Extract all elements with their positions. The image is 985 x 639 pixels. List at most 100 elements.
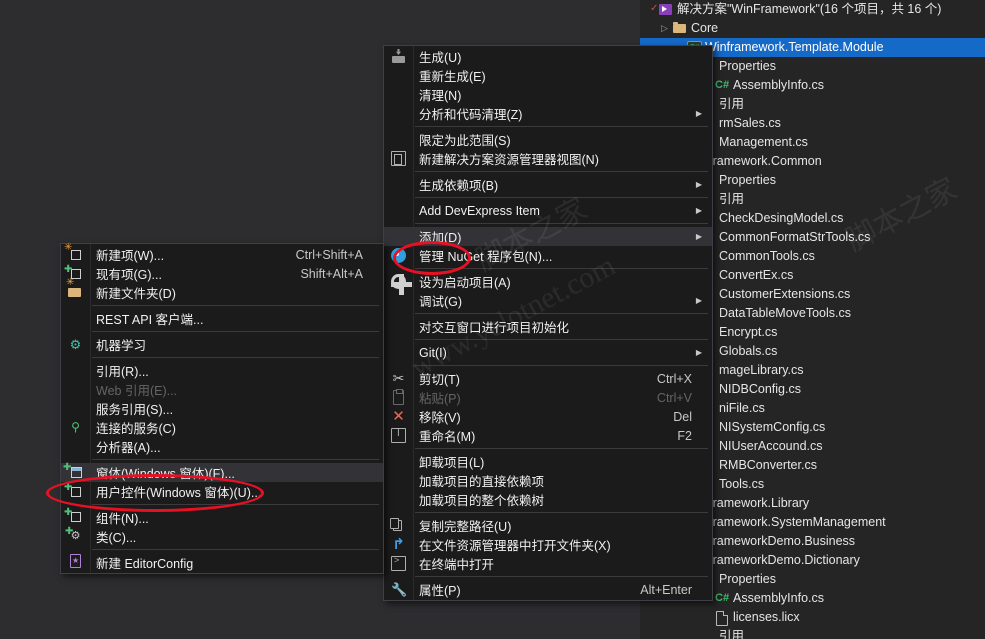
terminal-icon	[384, 554, 413, 573]
menu-item[interactable]: 分析器(A)...	[61, 437, 383, 456]
tree-item-label: Management.cs	[719, 135, 808, 149]
csharp-file-icon: C#	[713, 76, 730, 95]
menu-separator	[92, 331, 379, 332]
tree-item-label: RMBConverter.cs	[719, 458, 817, 472]
menu-item[interactable]: 重命名(M) F2	[384, 426, 712, 445]
class-icon: ⚙	[65, 524, 83, 544]
menu-item-label: 清理(N)	[419, 89, 462, 103]
tree-row[interactable]: licenses.licx	[640, 608, 985, 627]
tree-item-label: FrameworkDemo.Dictionary	[705, 553, 860, 567]
menu-item-no-icon	[384, 343, 413, 362]
menu-item[interactable]: 限定为此范围(S)	[384, 130, 712, 149]
editorconfig-icon	[61, 553, 90, 572]
tree-row[interactable]: 引用	[640, 627, 985, 639]
menu-item[interactable]: 🔧 属性(P) Alt+Enter	[384, 580, 712, 599]
menu-item[interactable]: 新建 EditorConfig	[61, 553, 383, 572]
menu-item[interactable]: 对交互窗口进行项目初始化	[384, 317, 712, 336]
menu-item-label: 分析器(A)...	[96, 441, 161, 455]
menu-item[interactable]: 用户控件(Windows 窗体)(U)...	[61, 482, 383, 501]
menu-item-shortcut: Shift+Alt+A	[300, 266, 363, 281]
menu-item-no-icon	[384, 317, 413, 336]
tree-row[interactable]: ✓ 解决方案"WinFramework"(16 个项目，共 16 个)	[640, 0, 985, 19]
chevron-right-icon: ▶	[695, 348, 703, 357]
menu-item[interactable]: ⚙ 机器学习	[61, 335, 383, 354]
editorconfig-icon	[70, 554, 81, 568]
menu-item-no-icon	[384, 130, 413, 149]
menu-item[interactable]: 组件(N)...	[61, 507, 383, 527]
menu-item[interactable]: 管理 NuGet 程序包(N)...	[384, 246, 712, 265]
build-icon	[384, 47, 413, 66]
tree-row[interactable]: ▷ Core	[640, 19, 985, 38]
menu-item[interactable]: ⚙ 类(C)...	[61, 524, 383, 546]
folder-icon	[673, 22, 686, 33]
project-context-menu[interactable]: 生成(U) 重新生成(E) 清理(N) 分析和代码清理(Z) ▶ 限定为此范围(S) 新建解…	[383, 45, 713, 601]
menu-separator	[92, 504, 379, 505]
new-item-icon	[64, 242, 81, 260]
menu-item[interactable]: ⚲ 连接的服务(C)	[61, 418, 383, 437]
menu-item-label: 限定为此范围(S)	[419, 134, 511, 148]
terminal-icon	[391, 555, 406, 571]
menu-item-label: 重新生成(E)	[419, 70, 486, 84]
menu-item[interactable]: 新建解决方案资源管理器视图(N)	[384, 149, 712, 168]
menu-item[interactable]: 窗体(Windows 窗体)(F)...	[61, 462, 383, 482]
menu-separator	[92, 305, 379, 306]
tree-item-label: Globals.cs	[719, 344, 778, 358]
gear-icon	[391, 274, 412, 295]
menu-item[interactable]: 生成依赖项(B) ▶	[384, 175, 712, 194]
build-icon	[391, 49, 406, 64]
menu-item-label: 剪切(T)	[419, 373, 460, 387]
menu-item[interactable]: ✕ 移除(V) Del	[384, 407, 712, 426]
menu-item-no-icon	[384, 104, 413, 123]
menu-item[interactable]: Git(I) ▶	[384, 343, 712, 362]
menu-item[interactable]: REST API 客户端...	[61, 309, 383, 328]
properties-icon: 🔧	[384, 580, 413, 599]
windows-form-icon	[63, 462, 82, 478]
menu-item[interactable]: 新建项(W)... Ctrl+Shift+A	[61, 242, 383, 264]
menu-item[interactable]: 设为启动项目(A)	[384, 272, 712, 295]
menu-item[interactable]: 分析和代码清理(Z) ▶	[384, 104, 712, 123]
tree-item-label: CommonTools.cs	[719, 249, 815, 263]
menu-item[interactable]: 加载项目的整个依赖树	[384, 490, 712, 509]
menu-item-no-icon	[61, 361, 90, 380]
menu-item[interactable]: ↱ 在文件资源管理器中打开文件夹(X)	[384, 535, 712, 554]
menu-item-label: 卸载项目(L)	[419, 456, 485, 470]
menu-item[interactable]: 现有项(G)... Shift+Alt+A	[61, 264, 383, 283]
menu-item[interactable]: Add DevExpress Item ▶	[384, 201, 712, 220]
tree-expander-icon[interactable]: ▷	[658, 19, 671, 38]
tree-item-label: mageLibrary.cs	[719, 363, 804, 377]
menu-item[interactable]: 引用(R)...	[61, 361, 383, 380]
tree-item-label: niFile.cs	[719, 401, 765, 415]
menu-item[interactable]: 添加(D) ▶	[384, 227, 712, 246]
menu-item-label: 引用(R)...	[96, 365, 149, 379]
menu-separator	[415, 313, 708, 314]
menu-item-shortcut: Ctrl+X	[656, 371, 692, 386]
menu-item-label: REST API 客户端...	[96, 313, 204, 327]
menu-item[interactable]: 加载项目的直接依赖项	[384, 471, 712, 490]
new-folder-icon	[61, 277, 90, 302]
menu-item[interactable]: 新建文件夹(D)	[61, 277, 383, 302]
menu-separator	[92, 549, 379, 550]
add-submenu[interactable]: 新建项(W)... Ctrl+Shift+A 现有项(G)... Shift+Alt+…	[60, 242, 384, 574]
menu-item[interactable]: 复制完整路径(U)	[384, 516, 712, 535]
menu-item-label: 生成(U)	[419, 51, 462, 65]
menu-item[interactable]: 调试(G) ▶	[384, 291, 712, 310]
menu-item[interactable]: 在终端中打开	[384, 554, 712, 573]
menu-item-no-icon	[61, 437, 90, 456]
menu-item[interactable]: 服务引用(S)...	[61, 399, 383, 418]
menu-item-label: 连接的服务(C)	[96, 422, 176, 436]
menu-item[interactable]: 清理(N)	[384, 85, 712, 104]
menu-item-label: 新建 EditorConfig	[96, 557, 194, 571]
checkmark-icon: ✓	[650, 3, 659, 14]
tree-item-label: Encrypt.cs	[719, 325, 778, 339]
cut-icon: ✂	[384, 369, 413, 388]
menu-item[interactable]: ✂ 剪切(T) Ctrl+X	[384, 369, 712, 388]
menu-item[interactable]: 生成(U)	[384, 47, 712, 66]
tree-item-label: Winframework.Template.Module	[705, 40, 884, 54]
tree-item-label: FrameworkDemo.Business	[705, 534, 856, 548]
menu-separator	[415, 223, 708, 224]
menu-item-label: 新建项(W)...	[96, 249, 165, 263]
new-item-icon	[61, 242, 90, 264]
menu-item-label: 调试(G)	[419, 295, 463, 309]
menu-item[interactable]: 重新生成(E)	[384, 66, 712, 85]
menu-item[interactable]: 卸载项目(L)	[384, 452, 712, 471]
